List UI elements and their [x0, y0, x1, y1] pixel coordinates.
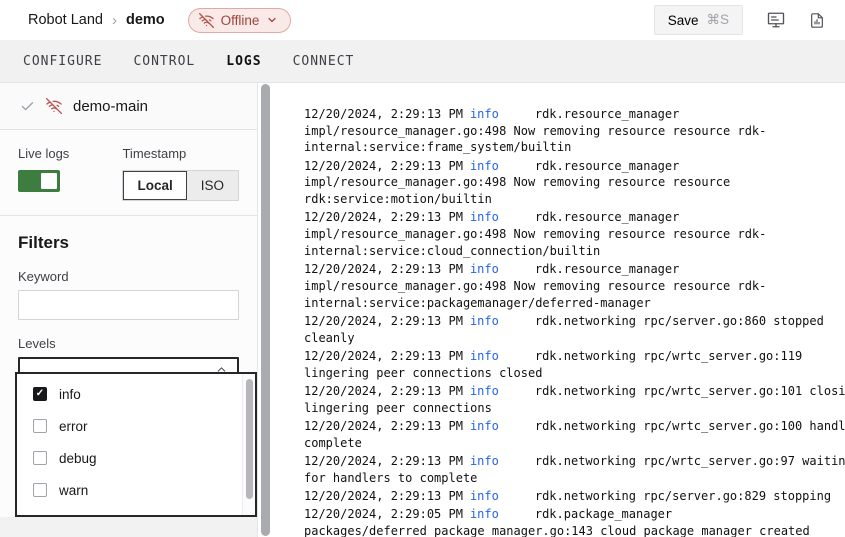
sidebar-scrollbar-thumb[interactable]	[261, 84, 270, 536]
toggle-knob	[41, 173, 57, 189]
dropdown-scrollbar-thumb[interactable]	[246, 379, 253, 499]
tab-logs[interactable]: LOGS	[226, 54, 261, 69]
levels-dropdown-menu: info error debug warn	[15, 372, 257, 517]
log-timestamp: 12/20/2024, 2:29:13 PM	[304, 314, 463, 328]
log-entry: 12/20/2024, 2:29:13 PMinfordk.resource_m…	[304, 158, 845, 208]
log-level: info	[470, 384, 499, 398]
log-entry: 12/20/2024, 2:29:13 PMinfordk.networking…	[304, 313, 845, 346]
timestamp-label: Timestamp	[122, 146, 239, 161]
filters-section: Filters Keyword Levels	[0, 233, 257, 387]
log-level: info	[470, 210, 499, 224]
level-option-debug[interactable]: debug	[17, 442, 255, 474]
checkbox[interactable]	[33, 451, 47, 465]
log-entry: 12/20/2024, 2:29:13 PMinfordk.networking…	[304, 453, 845, 486]
keyword-input[interactable]	[18, 290, 239, 320]
log-level: info	[470, 349, 499, 363]
top-bar: Robot Land › demo Offline Save ⌘S	[0, 0, 845, 40]
breadcrumb: Robot Land › demo Offline	[28, 8, 291, 33]
log-timestamp: 12/20/2024, 2:29:13 PM	[304, 384, 463, 398]
tab-bar: CONFIGURE CONTROL LOGS CONNECT	[0, 40, 845, 83]
filters-title: Filters	[18, 233, 239, 253]
log-list: 12/20/2024, 2:29:13 PMinfordk.resource_m…	[304, 106, 845, 537]
breadcrumb-org[interactable]: Robot Land	[28, 12, 103, 28]
log-timestamp: 12/20/2024, 2:29:13 PM	[304, 107, 463, 121]
log-timestamp: 12/20/2024, 2:29:13 PM	[304, 262, 463, 276]
sidebar: demo-main Live logs Timestamp Local ISO	[0, 83, 258, 537]
log-timestamp: 12/20/2024, 2:29:13 PM	[304, 159, 463, 173]
device-row[interactable]: demo-main	[0, 83, 257, 130]
log-timestamp: 12/20/2024, 2:29:05 PM	[304, 507, 463, 521]
log-timestamp: 12/20/2024, 2:29:13 PM	[304, 419, 463, 433]
top-bar-actions: Save ⌘S	[654, 5, 825, 35]
checkbox[interactable]	[33, 515, 47, 517]
check-icon	[20, 99, 35, 114]
sidebar-bottom-fill	[0, 517, 257, 537]
device-name: demo-main	[73, 98, 148, 115]
level-option[interactable]	[17, 506, 255, 517]
timestamp-option-local[interactable]: Local	[123, 171, 186, 200]
log-level: info	[470, 107, 499, 121]
status-label: Offline	[221, 13, 260, 28]
live-logs-toggle[interactable]	[18, 170, 60, 192]
log-pane: 12/20/2024, 2:29:13 PMinfordk.resource_m…	[274, 83, 845, 537]
tab-configure[interactable]: CONFIGURE	[23, 54, 102, 69]
wifi-off-icon	[46, 98, 62, 114]
wifi-off-icon	[199, 13, 214, 28]
log-level: info	[470, 507, 499, 521]
timestamp-segmented-control: Local ISO	[122, 170, 239, 201]
machine-monitor-icon[interactable]	[767, 11, 785, 29]
log-entry: 12/20/2024, 2:29:05 PMinfordk.package_ma…	[304, 506, 845, 537]
timestamp-option-iso[interactable]: ISO	[187, 171, 238, 200]
content: demo-main Live logs Timestamp Local ISO	[0, 83, 845, 537]
tab-control[interactable]: CONTROL	[133, 54, 195, 69]
tab-connect[interactable]: CONNECT	[293, 54, 355, 69]
breadcrumb-separator-icon: ›	[112, 12, 117, 29]
status-badge-offline[interactable]: Offline	[188, 8, 292, 33]
log-level: info	[470, 454, 499, 468]
log-timestamp: 12/20/2024, 2:29:13 PM	[304, 454, 463, 468]
checkbox[interactable]	[33, 387, 47, 401]
log-entry: 12/20/2024, 2:29:13 PMinfordk.resource_m…	[304, 209, 845, 259]
level-option-error[interactable]: error	[17, 410, 255, 442]
save-label: Save	[668, 13, 699, 28]
log-level: info	[470, 489, 499, 503]
dropdown-scrollbar[interactable]	[242, 374, 255, 515]
level-option-warn[interactable]: warn	[17, 474, 255, 506]
log-level: info	[470, 314, 499, 328]
log-level: info	[470, 419, 499, 433]
live-logs-label: Live logs	[18, 146, 122, 161]
keyword-label: Keyword	[18, 269, 239, 284]
chevron-down-icon	[266, 14, 278, 26]
log-timestamp: 12/20/2024, 2:29:13 PM	[304, 489, 463, 503]
log-entry: 12/20/2024, 2:29:13 PMinfordk.networking…	[304, 418, 845, 451]
checkbox[interactable]	[33, 419, 47, 433]
log-level: info	[470, 262, 499, 276]
log-level: info	[470, 159, 499, 173]
levels-label: Levels	[18, 336, 239, 351]
sidebar-scrollbar[interactable]	[258, 83, 274, 537]
log-entry: 12/20/2024, 2:29:13 PMinfordk.resource_m…	[304, 261, 845, 311]
log-timestamp: 12/20/2024, 2:29:13 PM	[304, 210, 463, 224]
log-entry: 12/20/2024, 2:29:13 PMinfordk.networking…	[304, 348, 845, 381]
breadcrumb-robot: demo	[126, 12, 165, 28]
save-shortcut: ⌘S	[706, 12, 729, 28]
save-button[interactable]: Save ⌘S	[654, 5, 743, 35]
log-entry: 12/20/2024, 2:29:13 PM info rdk.networking…	[304, 488, 845, 505]
file-report-icon[interactable]	[809, 12, 825, 29]
log-timestamp: 12/20/2024, 2:29:13 PM	[304, 349, 463, 363]
log-message: rdk.networking rpc/server.go:829 stoppin…	[535, 489, 831, 503]
level-option-info[interactable]: info	[17, 378, 255, 410]
checkbox[interactable]	[33, 483, 47, 497]
log-controls: Live logs Timestamp Local ISO	[0, 130, 257, 216]
log-entry: 12/20/2024, 2:29:13 PMinfordk.resource_m…	[304, 106, 845, 156]
log-entry: 12/20/2024, 2:29:13 PMinfordk.networking…	[304, 383, 845, 416]
